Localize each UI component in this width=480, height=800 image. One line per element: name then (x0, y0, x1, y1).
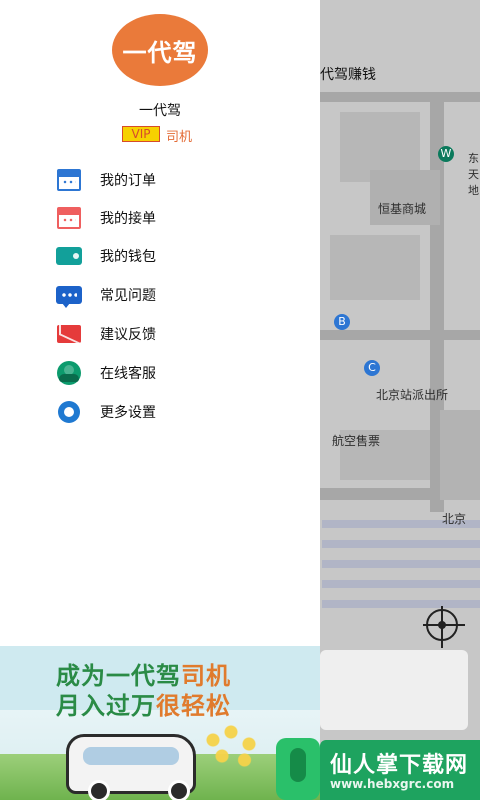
chat-dots (61, 293, 77, 297)
cactus-logo-icon (276, 738, 320, 800)
username: 一代驾 (139, 103, 181, 119)
role-label: 司机 (166, 130, 193, 145)
map-label-hengji: 恒基商城 (378, 202, 427, 216)
menu-item-label: 常见问题 (100, 288, 156, 304)
map-label-right-2: 天 (468, 168, 479, 181)
map-label-ticket: 航空售票 (332, 434, 381, 448)
menu-item-label: 我的钱包 (100, 249, 156, 265)
watermark-title: 仙人掌下载网 (330, 753, 469, 778)
watermark: 仙人掌下载网 www.hebxgrc.com (276, 738, 480, 800)
chat-icon-shape (56, 286, 82, 308)
map-road (320, 330, 480, 340)
calendar-dots (62, 217, 76, 224)
promo-van-wheel (168, 780, 190, 800)
map-stripe (322, 540, 480, 548)
avatar-text: 一代驾 (122, 38, 198, 67)
menu-item-my-orders[interactable]: 我的订单 (56, 166, 276, 194)
map-header-title: 代驾赚钱 (320, 67, 376, 83)
menu-item-label: 更多设置 (100, 405, 156, 421)
side-drawer: 一代驾 一代驾 VIP 司机 我的订单 我的接单 我的钱包 常见问题 建议反馈 … (0, 0, 320, 800)
map-label-right-3: 地 (468, 184, 479, 197)
map-block (330, 235, 420, 300)
menu-item-label: 我的接单 (100, 211, 156, 227)
menu-item-faq[interactable]: 常见问题 (56, 281, 276, 309)
chat-icon (56, 282, 82, 308)
calendar-dots (62, 179, 76, 186)
wallet-icon (56, 243, 82, 269)
map-stripe (322, 580, 480, 588)
promo-banner[interactable]: 成为一代驾司机 月入过万很轻松 (0, 646, 320, 800)
promo-van-wheel (88, 780, 110, 800)
menu-item-my-accepts[interactable]: 我的接单 (56, 204, 276, 232)
menu-item-label: 我的订单 (100, 173, 156, 189)
map-pin-c: C (364, 360, 380, 376)
map-label-right-1: 东 (468, 152, 479, 165)
gear-icon (56, 399, 82, 425)
promo-line-2-main: 月入过万 (56, 692, 156, 720)
map-pin-w: W (438, 146, 454, 162)
menu-item-label: 建议反馈 (100, 327, 156, 343)
map-pin-b: B (334, 314, 350, 330)
menu-item-settings[interactable]: 更多设置 (56, 398, 276, 426)
locate-icon[interactable] (423, 609, 465, 641)
watermark-url: www.hebxgrc.com (330, 777, 455, 791)
promo-flowers (195, 716, 285, 796)
customer-service-icon (56, 360, 82, 386)
vip-badge: VIP (122, 126, 160, 142)
calendar-red-icon (56, 205, 82, 231)
locate-crosshair (423, 624, 465, 626)
calendar-icon (56, 167, 82, 193)
map-bottom-panel (320, 650, 468, 730)
wallet-icon-shape (56, 247, 82, 265)
menu-item-label: 在线客服 (100, 366, 156, 382)
mail-icon-shape (57, 325, 81, 343)
calendar-icon-shape (57, 169, 81, 191)
map-label-beijing: 北京 (442, 512, 467, 526)
map-stripe (322, 600, 480, 608)
menu-item-customer-service[interactable]: 在线客服 (56, 359, 276, 387)
avatar[interactable]: 一代驾 (112, 14, 208, 86)
mail-icon (56, 321, 82, 347)
map-road (320, 92, 480, 102)
map-block (440, 410, 480, 500)
menu-item-my-wallet[interactable]: 我的钱包 (56, 242, 276, 270)
gear-icon-shape (58, 401, 80, 423)
calendar-red-icon-shape (57, 207, 81, 229)
map-label-police: 北京站派出所 (376, 388, 449, 402)
menu-item-feedback[interactable]: 建议反馈 (56, 320, 276, 348)
customer-service-icon-shape (57, 361, 81, 385)
map-stripe (322, 560, 480, 568)
